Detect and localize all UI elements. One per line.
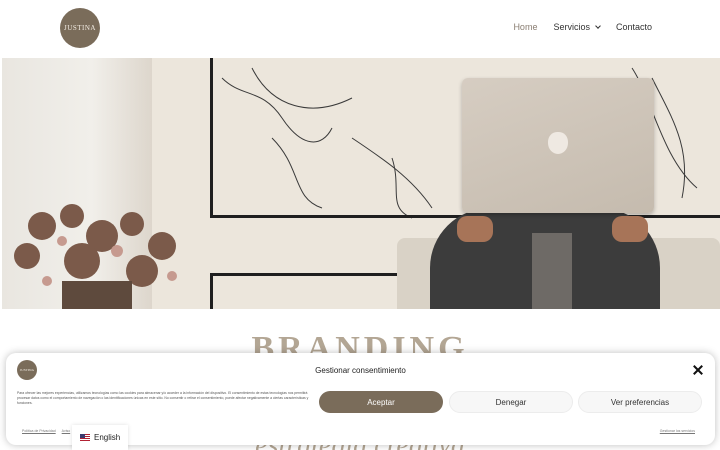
language-switcher[interactable]: English <box>72 425 128 450</box>
deny-button[interactable]: Denegar <box>449 391 573 413</box>
black-frame-line-lower <box>210 273 410 309</box>
close-icon[interactable] <box>693 365 703 375</box>
dried-flowers <box>14 204 177 309</box>
language-label: English <box>94 433 121 442</box>
consent-title: Gestionar consentimiento <box>315 366 406 375</box>
nav-home-label: Home <box>513 22 538 32</box>
us-flag-icon <box>80 434 90 441</box>
nav-contacto[interactable]: Contacto <box>616 22 652 32</box>
main-nav: Home Servicios Contacto <box>513 22 652 32</box>
site-logo[interactable]: JUSTINA <box>60 8 100 48</box>
consent-links: Política de Privacidad Aviso <box>22 429 70 433</box>
laptop <box>462 78 654 213</box>
manage-services-link[interactable]: Gestionar los servicios <box>660 429 695 433</box>
chevron-down-icon <box>595 23 601 29</box>
privacy-policy-link[interactable]: Política de Privacidad <box>22 429 56 433</box>
preferences-button[interactable]: Ver preferencias <box>578 391 702 413</box>
apple-logo-icon <box>548 132 568 154</box>
left-hand <box>457 216 493 242</box>
nav-servicios[interactable]: Servicios <box>553 22 601 32</box>
logo-text: JUSTINA <box>64 24 96 32</box>
nav-contacto-label: Contacto <box>615 22 652 32</box>
notice-link[interactable]: Aviso <box>62 429 71 433</box>
site-header: JUSTINA Home Servicios Contacto <box>0 0 720 58</box>
consent-description: Para ofrecer las mejores experiencias, u… <box>17 391 309 406</box>
accept-button[interactable]: Aceptar <box>319 391 443 413</box>
shirt <box>532 233 572 309</box>
right-hand <box>612 216 648 242</box>
nav-home[interactable]: Home <box>513 22 537 32</box>
nav-servicios-label: Servicios <box>553 22 590 32</box>
page: JUSTINA Home Servicios Contacto BRANDING… <box>0 0 720 450</box>
hero-image <box>2 58 720 309</box>
